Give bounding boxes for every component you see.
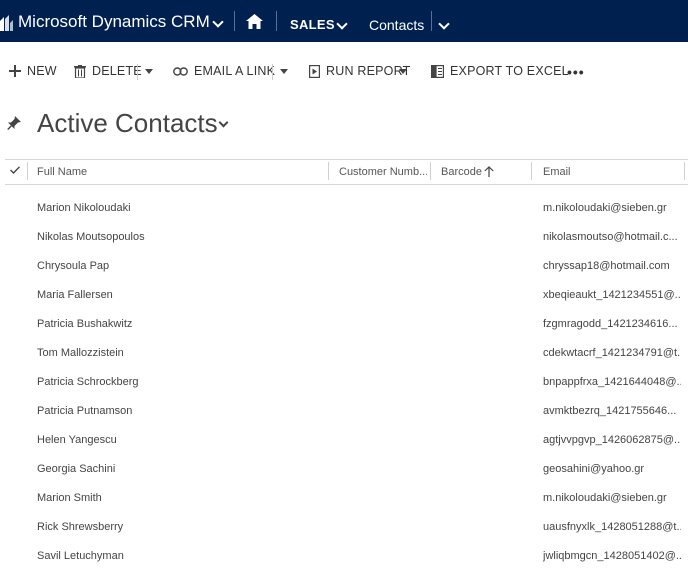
contact-email-cell[interactable]: m.nikoloudaki@sieben.gr [543, 202, 681, 214]
sort-ascending-arrow-icon[interactable] [484, 166, 494, 177]
contact-full-name-cell[interactable]: Patricia Schrockberg [37, 376, 317, 388]
contact-email-cell[interactable]: cdekwtacrf_1421234791@t... [543, 347, 681, 359]
column-divider[interactable] [684, 162, 685, 180]
home-icon[interactable] [246, 14, 263, 29]
contact-email-cell[interactable]: agtjvvpgvp_1426062875@... [543, 434, 681, 446]
nav-divider [276, 11, 277, 31]
nav-divider [431, 11, 432, 31]
delete-button[interactable]: DELETE [74, 64, 142, 78]
contact-full-name-cell[interactable]: Marion Smith [37, 492, 317, 504]
command-divider [272, 64, 273, 80]
new-button-label: NEW [27, 64, 57, 78]
column-header-email[interactable]: Email [543, 166, 673, 178]
contact-email-cell[interactable]: avmktbezrq_1421755646... [543, 405, 681, 417]
table-row[interactable]: Georgia Sachini geosahini@yahoo.gr [0, 452, 688, 481]
contact-full-name-cell[interactable]: Savil Letuchyman [37, 550, 317, 562]
column-header-customer-number[interactable]: Customer Numb... [339, 166, 427, 178]
email-link-label: EMAIL A LINK [194, 64, 276, 78]
trash-icon [74, 64, 86, 78]
link-icon [173, 66, 188, 76]
entity-contacts-link[interactable]: Contacts [369, 17, 424, 33]
run-report-dropdown-arrow-icon[interactable] [399, 69, 407, 74]
app-menu-chevron-icon[interactable] [212, 16, 224, 28]
crm-logo-icon [0, 15, 13, 31]
table-row[interactable]: Maria Fallersen xbeqieaukt_1421234551@... [0, 278, 688, 307]
email-link-dropdown-arrow-icon[interactable] [280, 69, 288, 74]
column-divider [27, 162, 28, 180]
contact-email-cell[interactable]: jwliqbmgcn_1428051402@... [543, 550, 681, 562]
table-row[interactable]: Rick Shrewsberry uausfnyxlk_1428051288@t.… [0, 510, 688, 539]
top-nav-bar: Microsoft Dynamics CRM SALES Contacts [0, 0, 688, 42]
table-row[interactable]: Patricia Schrockberg bnpappfrxa_142164404… [0, 365, 688, 394]
contact-email-cell[interactable]: xbeqieaukt_1421234551@... [543, 289, 681, 301]
contact-full-name-cell[interactable]: Maria Fallersen [37, 289, 317, 301]
select-all-check-icon[interactable] [10, 166, 20, 174]
column-divider[interactable] [531, 162, 532, 180]
delete-button-label: DELETE [92, 64, 142, 78]
contact-full-name-cell[interactable]: Georgia Sachini [37, 463, 317, 475]
grid-header-border [5, 184, 688, 185]
contact-full-name-cell[interactable]: Marion Nikoloudaki [37, 202, 317, 214]
area-sales-menu[interactable]: SALES [290, 17, 335, 32]
contact-email-cell[interactable]: chryssap18@hotmail.com [543, 260, 681, 272]
area-chevron-down-icon[interactable] [336, 18, 348, 30]
plus-icon [9, 65, 21, 77]
contact-email-cell[interactable]: nikolasmoutso@hotmail.c... [543, 231, 681, 243]
nav-divider [234, 11, 235, 31]
report-icon [309, 64, 320, 78]
command-divider [137, 64, 138, 80]
contact-email-cell[interactable]: uausfnyxlk_1428051288@t... [543, 521, 681, 533]
contact-full-name-cell[interactable]: Helen Yangescu [37, 434, 317, 446]
table-row[interactable]: Marion Nikoloudaki m.nikoloudaki@sieben.g… [0, 191, 688, 220]
contact-full-name-cell[interactable]: Rick Shrewsberry [37, 521, 317, 533]
run-report-label: RUN REPORT [326, 64, 411, 78]
table-row[interactable]: Nikolas Moutsopoulos nikolasmoutso@hotmai… [0, 220, 688, 249]
column-divider[interactable] [430, 162, 431, 180]
table-row[interactable]: Tom Mallozzistein cdekwtacrf_1421234791@t… [0, 336, 688, 365]
contact-email-cell[interactable]: fzgmragodd_1421234616... [543, 318, 681, 330]
contact-email-cell[interactable]: geosahini@yahoo.gr [543, 463, 681, 475]
table-row[interactable]: Patricia Bushakwitz fzgmragodd_1421234616… [0, 307, 688, 336]
contact-full-name-cell[interactable]: Patricia Bushakwitz [37, 318, 317, 330]
more-commands-button[interactable]: ••• [567, 64, 585, 80]
column-header-full-name[interactable]: Full Name [37, 166, 317, 178]
entity-chevron-down-icon[interactable] [438, 18, 450, 30]
run-report-button[interactable]: RUN REPORT [309, 64, 410, 78]
table-row[interactable]: Marion Smith m.nikoloudaki@sieben.gr [0, 481, 688, 510]
contact-email-cell[interactable]: bnpappfrxa_1421644048@... [543, 376, 681, 388]
contact-full-name-cell[interactable]: Tom Mallozzistein [37, 347, 317, 359]
table-row[interactable]: Patricia Putnamson avmktbezrq_1421755646.… [0, 394, 688, 423]
view-title[interactable]: Active Contacts [37, 108, 218, 139]
new-button[interactable]: NEW [9, 64, 57, 78]
export-excel-button[interactable]: EXPORT TO EXCEL [431, 64, 569, 78]
email-link-button[interactable]: EMAIL A LINK [173, 64, 275, 78]
contact-full-name-cell[interactable]: Chrysoula Pap [37, 260, 317, 272]
view-selector-chevron-icon[interactable] [218, 117, 229, 128]
contact-full-name-cell[interactable]: Patricia Putnamson [37, 405, 317, 417]
delete-dropdown-arrow-icon[interactable] [145, 69, 153, 74]
column-header-barcode[interactable]: Barcode [441, 166, 483, 178]
contact-email-cell[interactable]: m.nikoloudaki@sieben.gr [543, 492, 681, 504]
export-excel-label: EXPORT TO EXCEL [450, 64, 569, 78]
app-title[interactable]: Microsoft Dynamics CRM [18, 12, 210, 32]
grid-top-border [5, 159, 688, 160]
table-row[interactable]: Chrysoula Pap chryssap18@hotmail.com [0, 249, 688, 278]
column-divider[interactable] [328, 162, 329, 180]
contact-full-name-cell[interactable]: Nikolas Moutsopoulos [37, 231, 317, 243]
table-row[interactable]: Savil Letuchyman jwliqbmgcn_1428051402@..… [0, 539, 688, 568]
table-row[interactable]: Helen Yangescu agtjvvpgvp_1426062875@... [0, 423, 688, 452]
excel-icon [431, 64, 444, 78]
pin-icon[interactable] [7, 116, 21, 130]
